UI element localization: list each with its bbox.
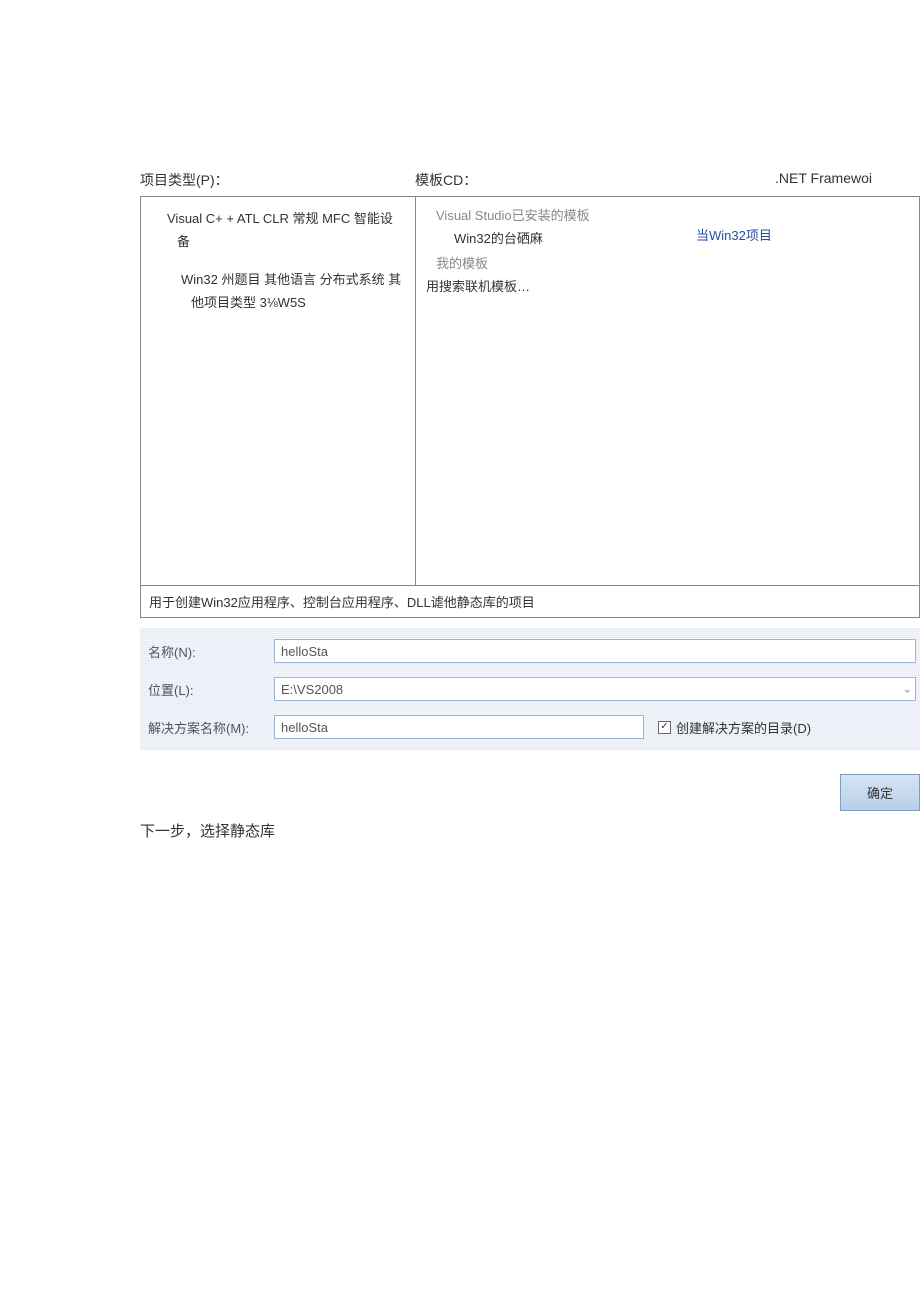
my-templates-title: 我的模板: [426, 253, 909, 272]
checkbox-icon: ✓: [658, 721, 671, 734]
header-row: 项目类型(P)： 模板CD： .NET Framewoi: [140, 170, 920, 190]
panels: Visual C+ + ATL CLR 常规 MFC 智能设备 Win32 州题…: [140, 196, 920, 586]
name-label: 名称(N):: [144, 642, 274, 661]
templates-panel[interactable]: Visual Studio已安装的模板 Win32的台硒麻 当Win32项目 我…: [416, 197, 919, 585]
template-item-console[interactable]: Win32的台硒麻: [426, 228, 909, 247]
tree-item-vcpp[interactable]: Visual C+ + ATL CLR 常规 MFC 智能设备: [153, 207, 403, 254]
solution-row: 解决方案名称(M): ✓ 创建解决方案的目录(D): [140, 708, 920, 746]
search-online-templates[interactable]: 用搜索联机模板…: [426, 276, 909, 295]
new-project-dialog: 项目类型(P)： 模板CD： .NET Framewoi Visual C+ +…: [140, 170, 920, 811]
location-input[interactable]: [274, 677, 916, 701]
ok-button[interactable]: 确定: [840, 774, 920, 811]
name-input[interactable]: [274, 639, 916, 663]
location-label: 位置(L):: [144, 680, 274, 699]
tree-item-win32[interactable]: Win32 州题目 其他语言 分布式系统 其他项目类型 3⅛W5S: [153, 268, 403, 315]
installed-templates-title: Visual Studio已安装的模板: [426, 205, 909, 224]
template-item-win32-project[interactable]: 当Win32项目: [696, 225, 772, 244]
location-row: 位置(L): ⌄: [140, 670, 920, 708]
create-directory-checkbox[interactable]: ✓ 创建解决方案的目录(D): [658, 718, 811, 737]
solution-label: 解决方案名称(M):: [144, 718, 274, 737]
framework-label: .NET Framewoi: [775, 170, 872, 190]
checkbox-label: 创建解决方案的目录(D): [676, 718, 811, 737]
footer-instruction: 下一步，选择静态库: [140, 820, 275, 841]
name-row: 名称(N):: [140, 632, 920, 670]
template-description: 用于创建Win32应用程序、控制台应用程序、DLL谑他静态库的项目: [140, 586, 920, 618]
button-row: 确定: [140, 774, 920, 811]
project-type-tree[interactable]: Visual C+ + ATL CLR 常规 MFC 智能设备 Win32 州题…: [141, 197, 416, 585]
project-type-label: 项目类型(P)：: [140, 170, 415, 190]
solution-input[interactable]: [274, 715, 644, 739]
form-area: 名称(N): 位置(L): ⌄ 解决方案名称(M): ✓ 创建解决方案的目录(D…: [140, 628, 920, 750]
templates-label: 模板CD：: [415, 170, 775, 190]
